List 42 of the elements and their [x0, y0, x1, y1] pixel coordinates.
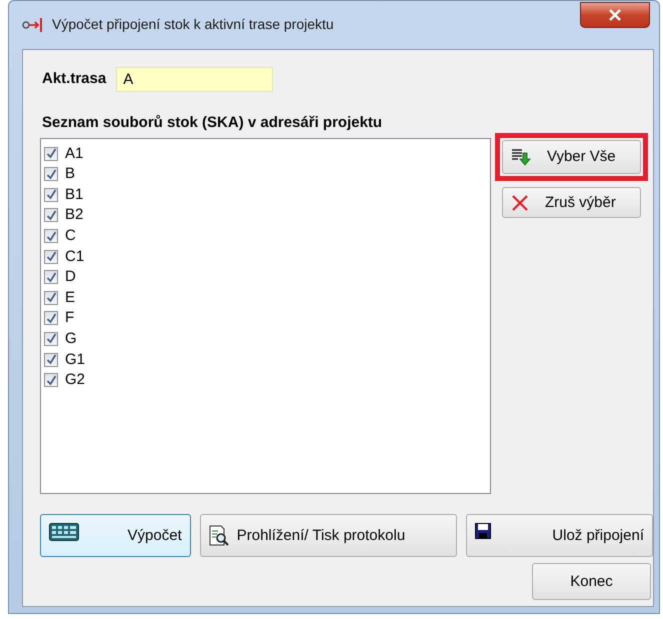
- file-item[interactable]: B: [65, 164, 76, 184]
- file-listbox[interactable]: A1 B B1 B2 C C1 D E F G G1 G2: [40, 138, 491, 494]
- file-item[interactable]: B1: [65, 184, 84, 205]
- list-heading: Seznam souborů stok (SKA) v adresáři projektu: [42, 112, 384, 133]
- list-arrow-icon: [511, 147, 531, 168]
- clear-selection-button[interactable]: Zruš výběr: [502, 187, 641, 218]
- checkbox[interactable]: [44, 208, 58, 222]
- file-item[interactable]: G1: [65, 350, 86, 370]
- checkbox[interactable]: [44, 229, 58, 244]
- preview-print-button[interactable]: Prohlížení/ Tisk protokolu: [200, 514, 458, 558]
- file-item[interactable]: G: [65, 328, 77, 349]
- app-icon: [22, 16, 44, 33]
- file-item[interactable]: F: [65, 308, 74, 328]
- file-item[interactable]: A1: [65, 144, 84, 164]
- save-button[interactable]: Ulož připojení: [466, 514, 653, 558]
- route-label: Akt.trasa: [42, 69, 106, 90]
- document-magnifier-icon: [208, 524, 229, 547]
- route-field[interactable]: A: [116, 66, 274, 92]
- window-title: Výpočet připojení stok k aktivní trase projektu: [52, 15, 335, 34]
- file-item[interactable]: B2: [65, 205, 84, 226]
- checkbox[interactable]: [44, 167, 58, 182]
- file-item[interactable]: C: [65, 226, 76, 246]
- checkbox[interactable]: [44, 332, 58, 346]
- file-item[interactable]: C1: [65, 246, 84, 267]
- checkbox[interactable]: [44, 352, 58, 367]
- keypad-icon: [49, 523, 79, 542]
- cross-icon: [511, 194, 529, 212]
- checkbox[interactable]: [44, 373, 58, 388]
- checkbox[interactable]: [44, 311, 58, 326]
- select-all-button[interactable]: Vyber Vše: [502, 140, 641, 174]
- file-item[interactable]: E: [65, 288, 76, 308]
- checkbox[interactable]: [44, 290, 58, 305]
- checkbox[interactable]: [44, 270, 58, 284]
- checkbox[interactable]: [44, 250, 58, 264]
- exit-button[interactable]: Konec: [532, 563, 651, 600]
- checkbox[interactable]: [44, 146, 58, 161]
- file-item[interactable]: G2: [65, 370, 86, 390]
- checkbox[interactable]: [44, 188, 58, 202]
- file-item[interactable]: D: [65, 267, 76, 288]
- calculate-button[interactable]: Výpočet: [40, 514, 191, 558]
- close-button[interactable]: [580, 2, 650, 28]
- close-icon: [608, 9, 622, 21]
